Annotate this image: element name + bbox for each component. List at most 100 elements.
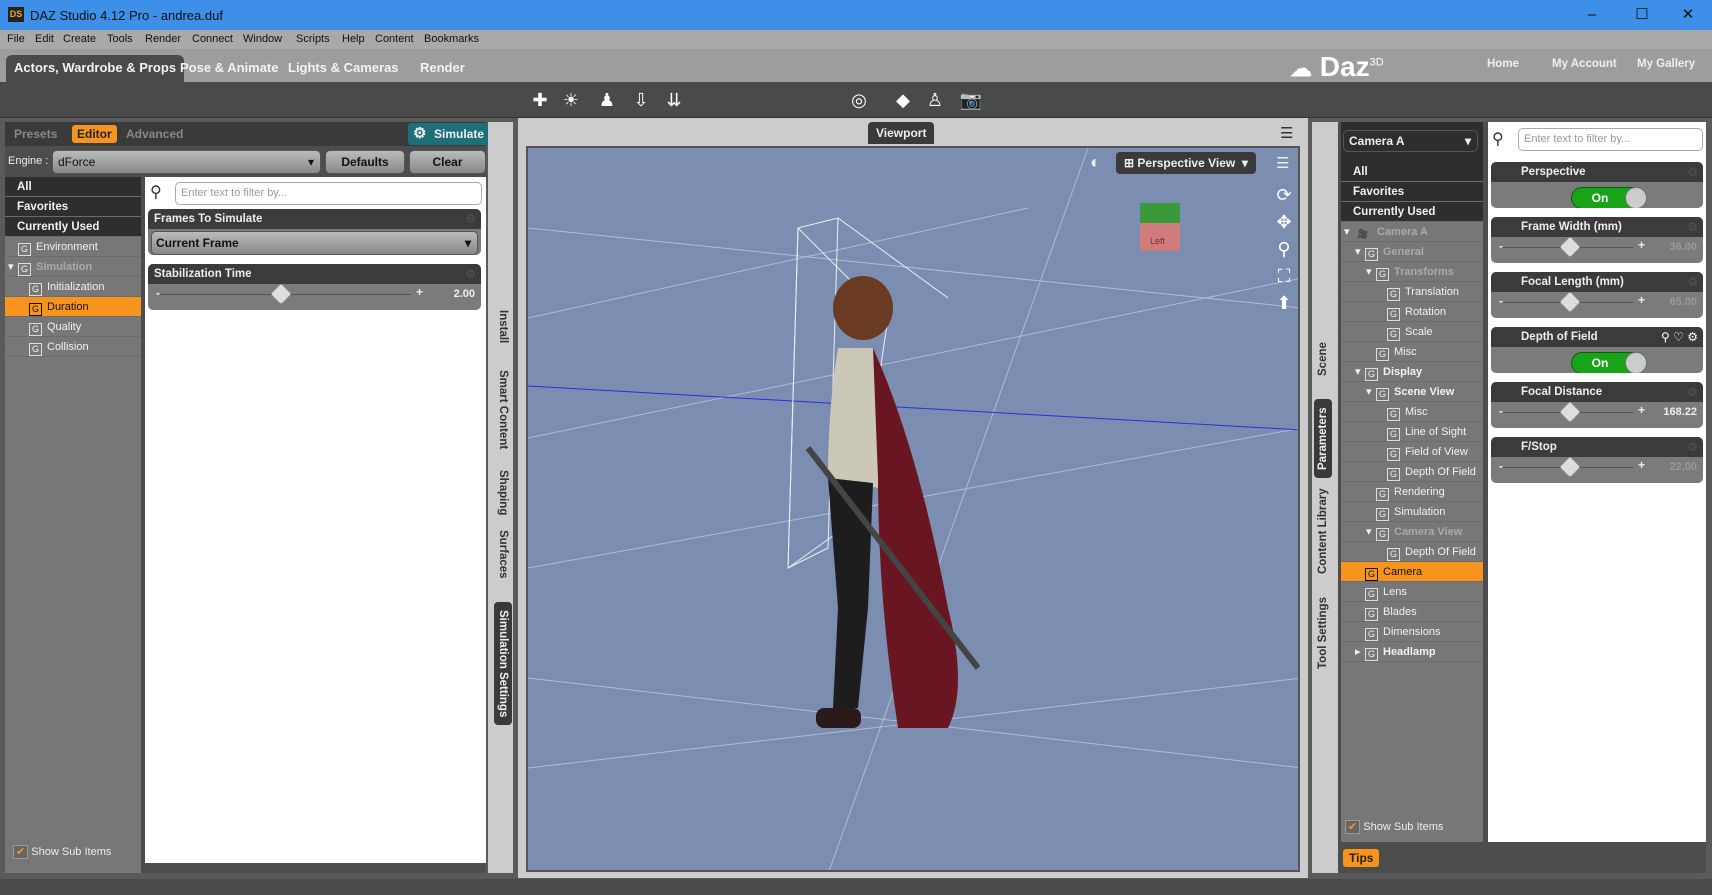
menu-connect[interactable]: Connect bbox=[192, 33, 233, 45]
param-slider[interactable] bbox=[160, 282, 411, 306]
side-tab-smart-content[interactable]: Smart Content bbox=[494, 362, 512, 457]
tree-item[interactable]: G Misc bbox=[1341, 342, 1483, 362]
slider-knob[interactable] bbox=[269, 282, 293, 306]
param-slider[interactable] bbox=[1503, 290, 1633, 314]
tree-item[interactable]: G Blades bbox=[1341, 602, 1483, 622]
viewport-menu-icon[interactable]: ☰ bbox=[1276, 154, 1289, 172]
expand-triangle-icon[interactable]: ▾ bbox=[1355, 242, 1365, 262]
expand-triangle-icon[interactable]: ▾ bbox=[1344, 222, 1354, 242]
param-value[interactable]: 168.22 bbox=[1663, 406, 1697, 418]
tree-item[interactable]: G Scale bbox=[1341, 322, 1483, 342]
minus-icon[interactable]: - bbox=[1499, 404, 1503, 418]
slider-knob[interactable] bbox=[1558, 400, 1581, 424]
menu-file[interactable]: File bbox=[7, 33, 25, 45]
pan-icon[interactable]: ✥ bbox=[1272, 209, 1296, 236]
tree-header-all[interactable]: All bbox=[5, 177, 141, 197]
zoom-icon[interactable]: ⚲ bbox=[1272, 236, 1296, 263]
plus-icon[interactable]: + bbox=[416, 285, 423, 299]
gear-icon[interactable]: ⚙ bbox=[1687, 385, 1698, 399]
tree-item[interactable]: ▾ G Transforms bbox=[1341, 262, 1483, 282]
tree-item[interactable]: G Lens bbox=[1341, 582, 1483, 602]
viewport-canvas[interactable]: Left ⊞ Perspective View ▾ ◐ ☰ ⟳ ✥ ⚲ ⛶ ⬆ bbox=[526, 146, 1300, 872]
gear-icon[interactable]: ⚙ bbox=[1687, 275, 1698, 289]
menu-bookmarks[interactable]: Bookmarks bbox=[424, 33, 479, 45]
side-tab-install[interactable]: Install bbox=[494, 302, 512, 351]
tree-header-all[interactable]: All bbox=[1341, 162, 1483, 182]
toggle-switch[interactable]: On bbox=[1571, 352, 1647, 373]
defaults-button[interactable]: Defaults bbox=[325, 150, 405, 174]
expand-triangle-icon[interactable]: ▾ bbox=[1366, 262, 1376, 282]
menu-create[interactable]: Create bbox=[63, 33, 96, 45]
clear-button[interactable]: Clear bbox=[409, 150, 486, 174]
tree-item[interactable]: G Depth Of Field bbox=[1341, 542, 1483, 562]
side-tab-tool-settings[interactable]: Tool Settings bbox=[1314, 589, 1332, 677]
plus-icon[interactable]: + bbox=[1638, 293, 1645, 307]
menu-edit[interactable]: Edit bbox=[35, 33, 54, 45]
tree-item[interactable]: G Collision bbox=[5, 337, 141, 357]
toggle-knob[interactable] bbox=[1625, 352, 1647, 373]
scene-lighting-icon[interactable]: ☀ bbox=[558, 88, 584, 112]
orbit-icon[interactable]: ⟳ bbox=[1272, 182, 1296, 209]
tree-item[interactable]: G Simulation bbox=[1341, 502, 1483, 522]
menu-scripts[interactable]: Scripts bbox=[296, 33, 330, 45]
minus-icon[interactable]: - bbox=[1499, 294, 1503, 308]
param-slider[interactable] bbox=[1503, 455, 1633, 479]
tree-item[interactable]: G Dimensions bbox=[1341, 622, 1483, 642]
tree-item[interactable]: G Camera bbox=[1341, 562, 1483, 582]
tree-item[interactable]: ▾ G Scene View bbox=[1341, 382, 1483, 402]
link-home[interactable]: Home bbox=[1487, 58, 1519, 70]
node-select-icon[interactable]: ◆ bbox=[890, 88, 916, 112]
tree-item[interactable]: ▸ G Headlamp bbox=[1341, 642, 1483, 662]
subtab-advanced[interactable]: Advanced bbox=[126, 127, 183, 141]
tree-item[interactable]: G Environment bbox=[5, 237, 141, 257]
menu-help[interactable]: Help bbox=[342, 33, 365, 45]
param-options-icon[interactable]: ⚲ ♡ ⚙ bbox=[1661, 330, 1698, 344]
tree-item[interactable]: G Duration bbox=[5, 297, 141, 317]
tree-item[interactable]: ▾ G Simulation bbox=[5, 257, 141, 277]
menu-content[interactable]: Content bbox=[375, 33, 414, 45]
side-tab-parameters[interactable]: Parameters bbox=[1314, 399, 1332, 478]
tree-item[interactable]: G Initialization bbox=[5, 277, 141, 297]
slider-knob[interactable] bbox=[1558, 455, 1581, 479]
param-slider[interactable] bbox=[1503, 400, 1633, 424]
draw-style-icon[interactable]: ◐ bbox=[1090, 152, 1101, 173]
menu-render[interactable]: Render bbox=[145, 33, 181, 45]
pane-menu-icon[interactable]: ☰ bbox=[1280, 124, 1293, 142]
expand-triangle-icon[interactable]: ▾ bbox=[1366, 522, 1376, 542]
load-file-icon[interactable]: ⇊ bbox=[661, 88, 687, 112]
param-select[interactable]: Current Frame ▾ bbox=[151, 231, 478, 255]
tips-button[interactable]: Tips bbox=[1343, 849, 1380, 867]
subtab-editor[interactable]: Editor bbox=[72, 125, 117, 143]
toggle-switch[interactable]: On bbox=[1571, 187, 1647, 208]
param-slider[interactable] bbox=[1503, 235, 1633, 259]
camera-capture-icon[interactable]: 📷 bbox=[958, 88, 984, 112]
param-value[interactable]: 2.00 bbox=[454, 288, 475, 300]
tab-pose-animate[interactable]: Pose & Animate bbox=[172, 55, 287, 82]
subtab-presets[interactable]: Presets bbox=[14, 127, 57, 141]
camera-rotate-icon[interactable]: ◎ bbox=[846, 88, 872, 112]
viewport-tab[interactable]: Viewport bbox=[868, 122, 935, 144]
param-value[interactable]: 22.00 bbox=[1669, 461, 1697, 473]
plus-icon[interactable]: + bbox=[1638, 458, 1645, 472]
right-filter-input[interactable]: Enter text to filter by... bbox=[1518, 128, 1703, 151]
close-button[interactable]: ✕ bbox=[1668, 4, 1708, 26]
tree-item[interactable]: ▾ G General bbox=[1341, 242, 1483, 262]
tree-header-currently-used[interactable]: Currently Used bbox=[1341, 202, 1483, 222]
gear-icon[interactable]: ⚙ bbox=[1687, 440, 1698, 454]
param-value[interactable]: 36.00 bbox=[1669, 241, 1697, 253]
maximize-button[interactable]: ☐ bbox=[1622, 4, 1662, 26]
tree-header-favorites[interactable]: Favorites bbox=[5, 197, 141, 217]
toggle-knob[interactable] bbox=[1625, 187, 1647, 208]
slider-knob[interactable] bbox=[1558, 235, 1581, 259]
gear-icon[interactable]: ⚙ bbox=[465, 212, 476, 226]
plus-icon[interactable]: + bbox=[1638, 238, 1645, 252]
new-figure-icon[interactable]: ✚ bbox=[527, 88, 553, 112]
collapse-triangle-icon[interactable]: ▸ bbox=[1355, 642, 1365, 662]
tree-header-currently-used[interactable]: Currently Used bbox=[5, 217, 141, 237]
side-tab-surfaces[interactable]: Surfaces bbox=[494, 522, 512, 587]
tree-item[interactable]: G Misc bbox=[1341, 402, 1483, 422]
tree-item[interactable]: G Rendering bbox=[1341, 482, 1483, 502]
gear-icon[interactable]: ⚙ bbox=[1687, 165, 1698, 179]
side-tab-content-library[interactable]: Content Library bbox=[1314, 480, 1332, 582]
tree-item[interactable]: G Rotation bbox=[1341, 302, 1483, 322]
